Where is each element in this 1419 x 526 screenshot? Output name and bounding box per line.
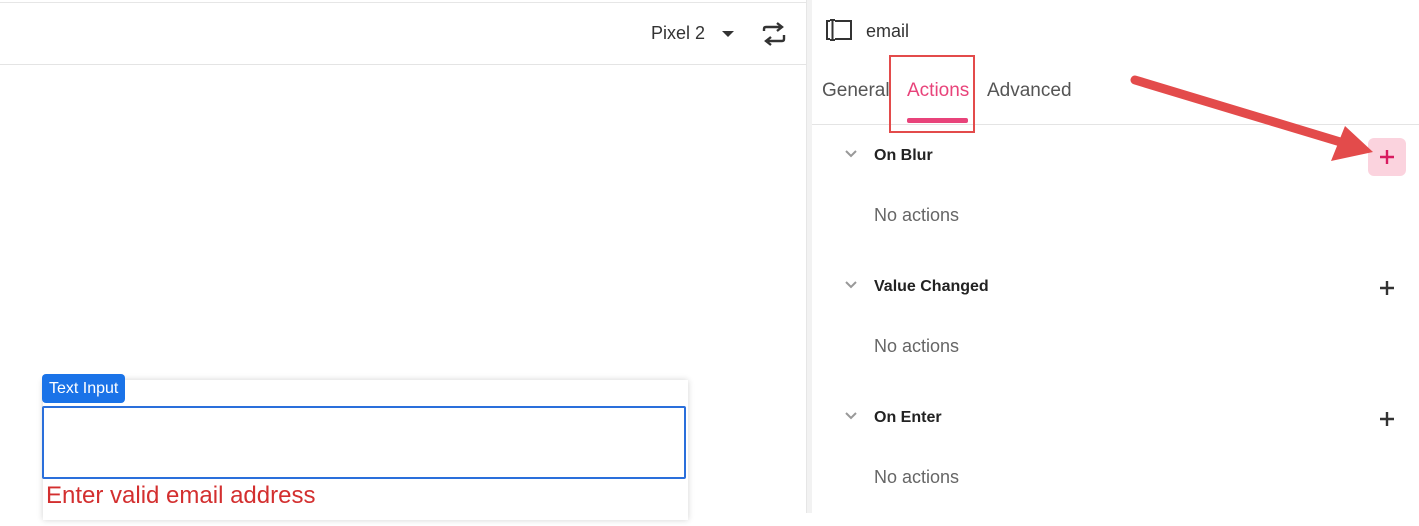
section-on-enter: On Enter No actions xyxy=(812,395,1419,526)
add-action-button[interactable] xyxy=(1368,400,1406,438)
plus-icon xyxy=(1380,412,1394,426)
tab-advanced[interactable]: Advanced xyxy=(987,80,1072,102)
section-title: On Blur xyxy=(874,147,933,164)
device-label: Pixel 2 xyxy=(651,22,706,43)
tab-general[interactable]: General xyxy=(822,80,890,102)
validation-error-text: Enter valid email address xyxy=(46,482,316,509)
rotate-button[interactable] xyxy=(760,21,788,47)
section-on-blur: On Blur No actions xyxy=(812,133,1419,264)
plus-icon xyxy=(1380,150,1394,164)
text-input-icon xyxy=(826,19,852,41)
widget-name[interactable]: email xyxy=(866,21,909,42)
widget-selection-tag[interactable]: Text Input xyxy=(42,374,126,403)
no-actions-text: No actions xyxy=(874,205,960,225)
email-text-input[interactable] xyxy=(42,406,686,479)
canvas-area: Pixel 2 Text Input Enter valid email add… xyxy=(0,0,806,520)
chevron-down-icon[interactable] xyxy=(843,411,859,421)
plus-icon xyxy=(1380,281,1394,295)
section-title: Value Changed xyxy=(874,278,989,295)
chevron-down-icon[interactable] xyxy=(843,149,859,159)
no-actions-text: No actions xyxy=(874,336,960,356)
section-title: On Enter xyxy=(874,409,942,426)
annotation-highlight-box xyxy=(889,55,975,133)
chevron-down-icon[interactable] xyxy=(843,280,859,290)
properties-panel: email General Actions Advanced On Blur N… xyxy=(812,0,1419,513)
caret-down-icon xyxy=(722,31,735,37)
add-action-button[interactable] xyxy=(1368,269,1406,307)
add-action-button[interactable] xyxy=(1368,138,1406,176)
no-actions-text: No actions xyxy=(874,467,960,487)
rotate-icon xyxy=(762,22,786,46)
section-value-changed: Value Changed No actions xyxy=(812,264,1419,395)
canvas-toolbar: Pixel 2 xyxy=(0,3,806,65)
device-select[interactable]: Pixel 2 xyxy=(651,21,735,45)
panel-header: email xyxy=(812,0,1419,60)
